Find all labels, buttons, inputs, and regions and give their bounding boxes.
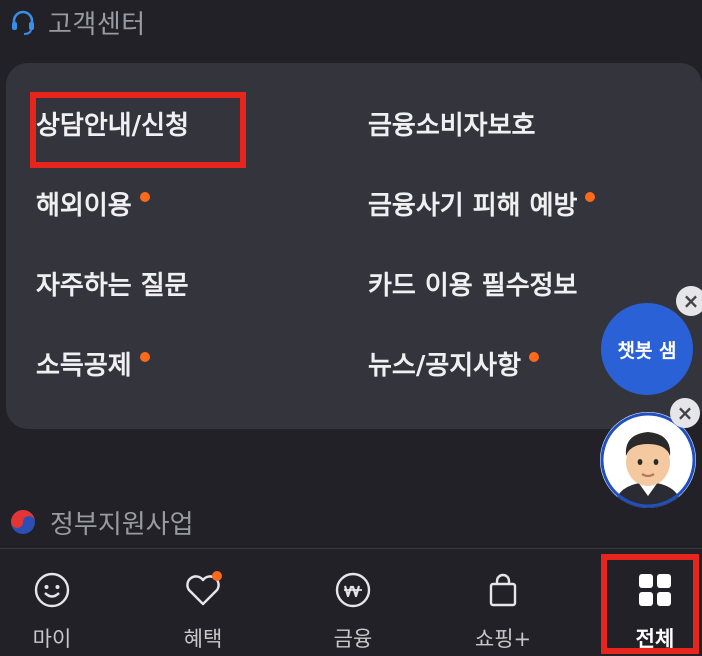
link-news-notices[interactable]: 뉴스/공지사항 [368, 345, 540, 382]
nav-label: 금융 [333, 627, 373, 651]
close-icon: × [682, 289, 700, 313]
customer-center-header: 고객센터 [8, 2, 146, 42]
new-dot [585, 191, 596, 202]
chatbot-label: 챗봇 샘 [617, 339, 677, 362]
nav-item-all[interactable]: 전체 [595, 549, 702, 656]
close-icon: × [676, 401, 694, 425]
grid-icon [634, 569, 676, 611]
link-fraud-prevention[interactable]: 금융사기 피해 예방 [368, 185, 596, 222]
link-card-info[interactable]: 카드 이용 필수정보 [368, 265, 577, 302]
government-support-title: 정부지원사업 [50, 509, 194, 540]
new-dot [139, 351, 150, 362]
close-avatar-button[interactable]: × [670, 398, 700, 428]
link-label: 해외이용 [36, 191, 132, 221]
link-label: 뉴스/공지사항 [368, 351, 522, 381]
link-faq[interactable]: 자주하는 질문 [36, 265, 189, 302]
link-overseas-use[interactable]: 해외이용 [36, 185, 150, 222]
shopping-bag-icon [482, 569, 524, 611]
nav-item-benefits[interactable]: 혜택 [143, 549, 263, 656]
link-label: 금융사기 피해 예방 [368, 191, 578, 221]
customer-center-title: 고객센터 [48, 9, 146, 40]
nav-item-shopping[interactable]: 쇼핑+ [443, 549, 563, 656]
smiley-icon [31, 569, 73, 611]
government-support-header[interactable]: 정부지원사업 [8, 502, 194, 542]
nav-item-my[interactable]: 마이 [0, 549, 112, 656]
won-coin-icon [332, 569, 374, 611]
close-chatbot-button[interactable]: × [676, 286, 702, 316]
new-dot [139, 191, 150, 202]
customer-center-card: 상담안내/신청 금융소비자보호 해외이용 금융사기 피해 예방 자주하는 질문 … [6, 63, 702, 429]
link-label: 금융소비자보호 [368, 111, 536, 141]
nav-label: 혜택 [183, 627, 223, 651]
new-dot [529, 351, 540, 362]
nav-label: 쇼핑+ [474, 627, 532, 651]
notification-badge [212, 571, 222, 581]
heart-icon [182, 569, 224, 611]
link-label: 카드 이용 필수정보 [368, 271, 578, 301]
nav-label: 마이 [32, 627, 72, 651]
page: 고객센터 상담안내/신청 금융소비자보호 해외이용 금융사기 피해 예방 자주하… [0, 0, 702, 656]
nav-label: 전체 [635, 627, 675, 651]
link-label: 자주하는 질문 [36, 271, 189, 301]
link-label: 소득공제 [36, 351, 132, 381]
link-consumer-protection[interactable]: 금융소비자보호 [368, 105, 535, 142]
nav-item-finance[interactable]: 금융 [293, 549, 413, 656]
link-consultation[interactable]: 상담안내/신청 [36, 105, 189, 142]
link-tax-deduction[interactable]: 소득공제 [36, 345, 150, 382]
taegeuk-icon [8, 507, 38, 537]
headset-icon [8, 7, 38, 37]
link-label: 상담안내/신청 [36, 111, 190, 141]
bottom-navigation: 마이 혜택 금융 쇼핑+ 전체 [0, 548, 702, 656]
chatbot-button[interactable]: 챗봇 샘 [601, 303, 693, 395]
